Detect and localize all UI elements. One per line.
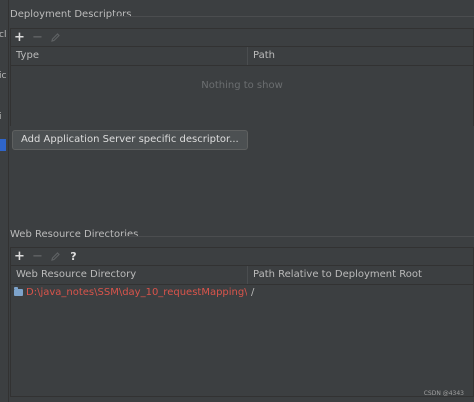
- left-fragment: cl: [0, 30, 7, 40]
- deployment-descriptors-panel: + − Type Path Nothing to show: [10, 28, 474, 126]
- web-resource-table-header: Web Resource Directory Path Relative to …: [11, 266, 473, 285]
- folder-icon: [14, 286, 23, 296]
- add-icon[interactable]: +: [14, 250, 25, 263]
- deployment-toolbar: + −: [11, 29, 473, 47]
- left-fragment: ic: [0, 71, 7, 81]
- section-divider: [112, 16, 474, 17]
- column-path[interactable]: Path: [247, 47, 473, 65]
- relative-path-cell[interactable]: /: [247, 287, 473, 298]
- web-resource-table-body[interactable]: D:\java_notes\SSM\day_10_requestMapping\…: [11, 285, 473, 395]
- left-panel-edge: cl ic i: [0, 0, 9, 402]
- web-resource-directories-title: Web Resource Directories: [10, 229, 139, 240]
- empty-table-message: Nothing to show: [201, 80, 283, 91]
- help-icon[interactable]: ?: [68, 250, 79, 263]
- resource-directory-cell[interactable]: D:\java_notes\SSM\day_10_requestMapping\…: [11, 286, 247, 298]
- deployment-descriptors-title: Deployment Descriptors: [10, 9, 132, 20]
- table-row[interactable]: D:\java_notes\SSM\day_10_requestMapping\…: [11, 285, 473, 299]
- remove-icon[interactable]: −: [32, 250, 43, 263]
- section-divider: [120, 236, 474, 237]
- web-resource-toolbar: + − ?: [11, 248, 473, 266]
- edit-icon[interactable]: [50, 31, 61, 44]
- watermark: CSDN @4343: [423, 390, 464, 397]
- left-fragment: i: [0, 112, 2, 122]
- column-web-resource-directory[interactable]: Web Resource Directory: [11, 266, 247, 284]
- web-resource-panel: + − ? Web Resource Directory Path Relati…: [10, 247, 474, 397]
- remove-icon[interactable]: −: [32, 31, 43, 44]
- column-relative-path[interactable]: Path Relative to Deployment Root: [247, 266, 473, 284]
- deployment-table-header: Type Path: [11, 47, 473, 66]
- resource-directory-path: D:\java_notes\SSM\day_10_requestMapping\…: [26, 286, 247, 298]
- edit-icon[interactable]: [50, 250, 61, 263]
- left-selected-item[interactable]: [0, 139, 6, 151]
- deployment-table-body[interactable]: Nothing to show: [11, 66, 473, 126]
- column-type[interactable]: Type: [11, 47, 247, 65]
- add-icon[interactable]: +: [14, 31, 25, 44]
- add-server-descriptor-button[interactable]: Add Application Server specific descript…: [12, 130, 248, 150]
